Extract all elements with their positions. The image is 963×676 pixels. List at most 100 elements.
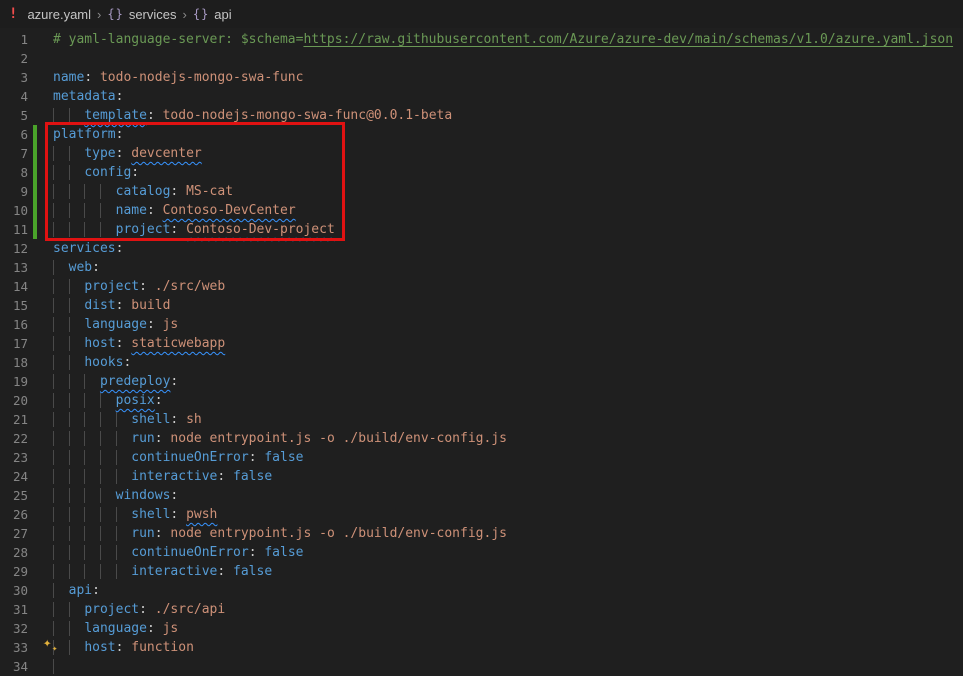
code-token: node entrypoint.js -o ./build/env-config… — [162, 431, 507, 446]
code-editor[interactable]: 1 # yaml-language-server: $schema=https:/… — [0, 28, 963, 676]
code-line[interactable]: 10 name: Contoso-DevCenter — [0, 201, 963, 220]
indent-guide — [53, 393, 69, 408]
code-token: Contoso-DevCenter — [162, 203, 296, 218]
code-token: : — [154, 431, 163, 446]
line-number: 18 — [12, 355, 28, 370]
code-token: false — [256, 545, 304, 560]
line-number: 13 — [12, 260, 28, 275]
code-line[interactable]: 30 api: — [0, 581, 963, 600]
line-number: 23 — [12, 450, 28, 465]
line-number: 27 — [12, 526, 28, 541]
indent-guide — [68, 336, 85, 351]
code-line[interactable]: 9 catalog: MS-cat — [0, 182, 963, 201]
code-line[interactable]: 15 dist: build — [0, 296, 963, 315]
indent-guide — [84, 412, 100, 427]
code-line[interactable]: 32 language: js — [0, 619, 963, 638]
code-line[interactable]: 18 hooks: — [0, 353, 963, 372]
code-line[interactable]: 2 — [0, 49, 963, 68]
code-line-text: name: todo-nodejs-mongo-swa-func — [53, 68, 303, 87]
gutter-marker — [33, 600, 37, 619]
gutter-marker — [33, 391, 37, 410]
code-line-text: dist: build — [53, 296, 170, 315]
line-number: 32 — [12, 621, 28, 636]
breadcrumb-item-api[interactable]: {} api — [193, 7, 232, 22]
code-line[interactable]: 7 type: devcenter — [0, 144, 963, 163]
code-token: interactive — [131, 469, 218, 484]
code-line[interactable]: 25 windows: — [0, 486, 963, 505]
code-line[interactable]: 21 shell: sh — [0, 410, 963, 429]
code-line[interactable]: 5 template: todo-nodejs-mongo-swa-func@0… — [0, 106, 963, 125]
gutter-marker — [33, 486, 37, 505]
code-line[interactable]: 19 predeploy: — [0, 372, 963, 391]
code-line[interactable]: 13 web: — [0, 258, 963, 277]
code-line[interactable]: 23 continueOnError: false — [0, 448, 963, 467]
indent-guide — [115, 564, 132, 579]
code-line-text: language: js — [53, 619, 178, 638]
code-line[interactable]: 11 project: Contoso-Dev-project — [0, 220, 963, 239]
indent-guide — [68, 393, 85, 408]
breadcrumb-item-services[interactable]: {} services — [107, 7, 176, 22]
gutter-marker — [33, 619, 37, 638]
code-line[interactable]: 8 config: — [0, 163, 963, 182]
line-number: 3 — [20, 70, 28, 85]
code-token: todo-nodejs-mongo-swa-func — [92, 70, 304, 85]
indent-guide — [115, 450, 132, 465]
code-line[interactable]: 14 project: ./src/web — [0, 277, 963, 296]
line-number: 22 — [12, 431, 28, 446]
indent-guide — [53, 336, 69, 351]
code-line[interactable]: 4 metadata: — [0, 87, 963, 106]
copilot-sparkle-icon[interactable]: ✦ ✦ — [43, 635, 63, 659]
indent-guide — [99, 203, 116, 218]
code-line[interactable]: 34 — [0, 657, 963, 676]
code-line-text: host: function — [53, 638, 194, 657]
line-number: 31 — [12, 602, 28, 617]
indent-guide — [115, 507, 132, 522]
code-line[interactable]: 16 language: js — [0, 315, 963, 334]
code-line[interactable]: 20 posix: — [0, 391, 963, 410]
code-line[interactable]: 24 interactive: false — [0, 467, 963, 486]
code-line[interactable]: 27 run: node entrypoint.js -o ./build/en… — [0, 524, 963, 543]
indent-guide — [53, 431, 69, 446]
code-token: host — [84, 640, 116, 655]
indent-guide — [53, 583, 69, 598]
code-token: sh — [178, 412, 202, 427]
code-line[interactable]: 29 interactive: false — [0, 562, 963, 581]
gutter-added-indicator[interactable] — [33, 163, 37, 182]
code-line[interactable]: 1 # yaml-language-server: $schema=https:/… — [0, 30, 963, 49]
gutter-marker — [33, 353, 37, 372]
line-number: 24 — [12, 469, 28, 484]
line-number: 26 — [12, 507, 28, 522]
gutter-added-indicator[interactable] — [33, 182, 37, 201]
code-line[interactable]: 17 host: staticwebapp — [0, 334, 963, 353]
gutter-added-indicator[interactable] — [33, 220, 37, 239]
code-line[interactable]: 26 shell: pwsh — [0, 505, 963, 524]
indent-guide — [68, 621, 85, 636]
code-line[interactable]: 6 platform: — [0, 125, 963, 144]
sparkle-large: ✦ — [43, 635, 52, 651]
code-line[interactable]: 33 host: function — [0, 638, 963, 657]
code-line-text: project: ./src/api — [53, 600, 225, 619]
code-token: : — [146, 621, 155, 636]
code-token: build — [123, 298, 171, 313]
code-line[interactable]: 22 run: node entrypoint.js -o ./build/en… — [0, 429, 963, 448]
code-line[interactable]: 3 name: todo-nodejs-mongo-swa-func — [0, 68, 963, 87]
code-token: : — [115, 127, 124, 142]
line-number: 20 — [12, 393, 28, 408]
gutter-marker — [33, 448, 37, 467]
gutter-added-indicator[interactable] — [33, 201, 37, 220]
code-line[interactable]: 31 project: ./src/api — [0, 600, 963, 619]
indent-guide — [84, 507, 100, 522]
code-line[interactable]: 12 services: — [0, 239, 963, 258]
indent-guide — [99, 450, 116, 465]
gutter-marker — [33, 106, 37, 125]
code-token: todo-nodejs-mongo-swa-func@0.0.1-beta — [154, 108, 453, 123]
line-number: 19 — [12, 374, 28, 389]
gutter-added-indicator[interactable] — [33, 125, 37, 144]
code-line[interactable]: 28 continueOnError: false — [0, 543, 963, 562]
code-line-text: shell: sh — [53, 410, 202, 429]
line-number: 16 — [12, 317, 28, 332]
indent-guide — [99, 469, 116, 484]
gutter-added-indicator[interactable] — [33, 144, 37, 163]
code-token: Contoso-Dev-project — [186, 222, 335, 237]
breadcrumb-file[interactable]: azure.yaml — [27, 7, 91, 22]
